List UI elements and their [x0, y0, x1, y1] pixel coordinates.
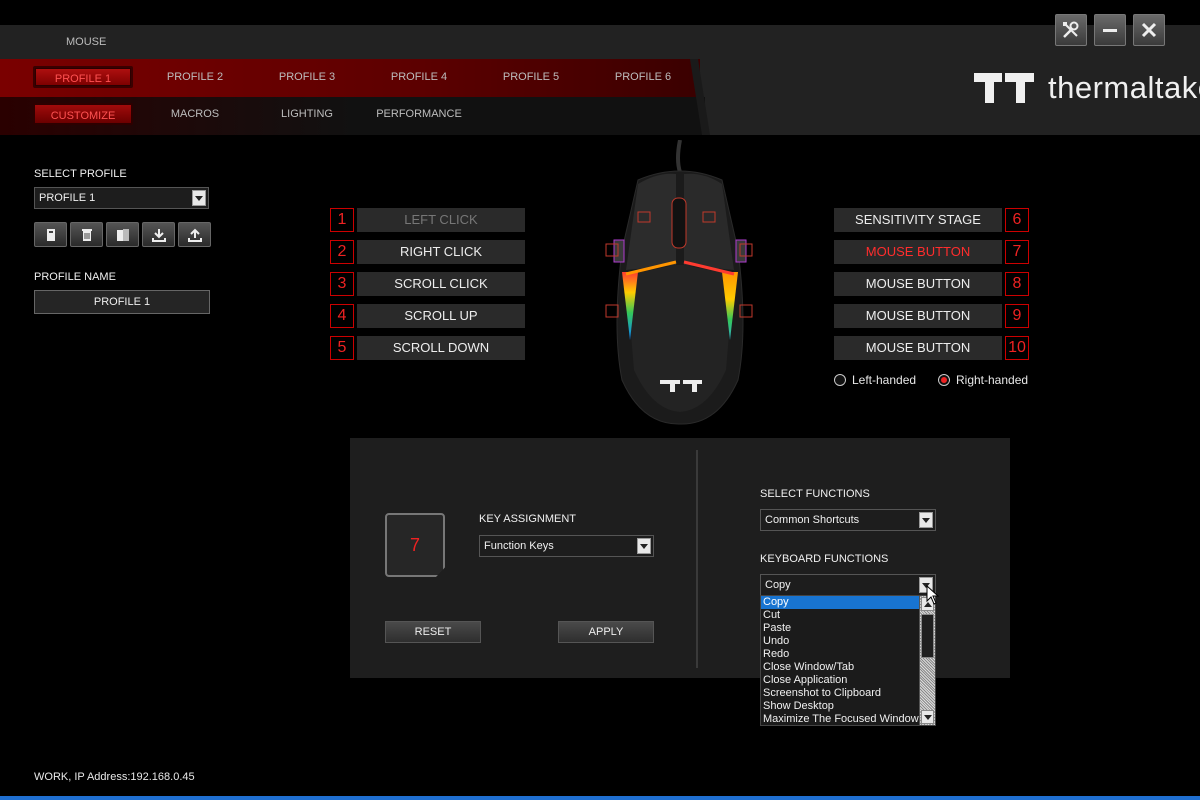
button-number-8: 8 [1005, 272, 1029, 296]
chevron-down-icon[interactable] [637, 538, 651, 554]
dropdown-option-undo[interactable]: Undo [761, 635, 919, 648]
button-assignment-8[interactable]: MOUSE BUTTON [834, 272, 1002, 296]
button-assignment-9[interactable]: MOUSE BUTTON [834, 304, 1002, 328]
minimize-icon [1103, 29, 1117, 32]
button-number-7: 7 [1005, 240, 1029, 264]
button-number-4: 4 [330, 304, 354, 328]
scroll-down-icon[interactable] [921, 710, 934, 724]
copy-profile-icon [116, 228, 129, 241]
button-assignment-2[interactable]: RIGHT CLICK [357, 240, 525, 264]
keyboard-functions-label: KEYBOARD FUNCTIONS [760, 553, 889, 565]
left-handed-radio[interactable]: Left-handed [834, 373, 916, 387]
tab-profile-6[interactable]: PROFILE 6 [593, 66, 693, 88]
tab-macros[interactable]: MACROS [145, 103, 245, 125]
export-icon [187, 228, 202, 242]
minimize-button[interactable] [1094, 14, 1126, 46]
key-assignment-label: KEY ASSIGNMENT [479, 513, 576, 525]
new-profile-icon [46, 228, 55, 241]
radio-unselected-icon [834, 374, 846, 386]
button-number-10: 10 [1005, 336, 1029, 360]
tab-profile-1[interactable]: PROFILE 1 [33, 66, 133, 88]
brand-logo: thermaltake [972, 70, 1200, 106]
dropdown-option-close-window-tab[interactable]: Close Window/Tab [761, 661, 919, 674]
profile-select[interactable]: PROFILE 1 [34, 187, 209, 209]
button-number-6: 6 [1005, 208, 1029, 232]
button-number-3: 3 [330, 272, 354, 296]
dropdown-option-redo[interactable]: Redo [761, 648, 919, 661]
button-number-9: 9 [1005, 304, 1029, 328]
select-functions-select[interactable]: Common Shortcuts [760, 509, 936, 531]
keyboard-functions-dropdown[interactable]: Copy Cut Paste Undo Redo Close Window/Ta… [760, 595, 936, 726]
chevron-down-icon[interactable] [919, 512, 933, 528]
button-assignment-10[interactable]: MOUSE BUTTON [834, 336, 1002, 360]
brand-wordmark: thermaltake [1048, 70, 1200, 105]
reset-button[interactable]: RESET [385, 621, 481, 643]
dropdown-option-screenshot-clipboard[interactable]: Screenshot to Clipboard [761, 687, 919, 700]
button-assignment-1[interactable]: LEFT CLICK [357, 208, 525, 232]
dropdown-option-paste[interactable]: Paste [761, 622, 919, 635]
key-assignment-select[interactable]: Function Keys [479, 535, 654, 557]
profile-name-input[interactable]: PROFILE 1 [34, 290, 210, 314]
dropdown-scrollbar[interactable] [919, 596, 935, 725]
left-handed-label: Left-handed [852, 373, 917, 387]
right-handed-radio[interactable]: Right-handed [938, 373, 1028, 387]
tab-profile-2[interactable]: PROFILE 2 [145, 66, 245, 88]
settings-button[interactable] [1055, 14, 1087, 46]
keyboard-functions-value: Copy [765, 579, 791, 591]
button-assignment-7[interactable]: MOUSE BUTTON [834, 240, 1002, 264]
button-assignment-5[interactable]: SCROLL DOWN [357, 336, 525, 360]
keyboard-functions-select[interactable]: Copy [760, 574, 936, 596]
button-number-2: 2 [330, 240, 354, 264]
button-number-1: 1 [330, 208, 354, 232]
import-icon [151, 228, 166, 242]
button-number-5: 5 [330, 336, 354, 360]
dropdown-option-close-application[interactable]: Close Application [761, 674, 919, 687]
tab-profile-4[interactable]: PROFILE 4 [369, 66, 469, 88]
tab-profile-5[interactable]: PROFILE 5 [481, 66, 581, 88]
tab-lighting[interactable]: LIGHTING [257, 103, 357, 125]
device-label: MOUSE [66, 36, 107, 48]
delete-profile-icon [81, 228, 92, 241]
dropdown-option-show-desktop[interactable]: Show Desktop [761, 700, 919, 713]
panel-divider [696, 450, 698, 668]
select-functions-value: Common Shortcuts [765, 514, 860, 526]
apply-button[interactable]: APPLY [558, 621, 654, 643]
copy-profile-button[interactable] [106, 222, 139, 247]
tt-logo-icon [974, 73, 1034, 103]
mouse-image [605, 140, 753, 425]
profile-name-label: PROFILE NAME [34, 271, 116, 283]
status-text: WORK, IP Address:192.168.0.45 [34, 771, 195, 783]
tab-customize[interactable]: CUSTOMIZE [33, 103, 133, 125]
radio-selected-icon [938, 374, 950, 386]
select-functions-label: SELECT FUNCTIONS [760, 488, 870, 500]
tab-profile-3[interactable]: PROFILE 3 [257, 66, 357, 88]
scrollbar-thumb[interactable] [921, 614, 934, 658]
dropdown-option-maximize-window[interactable]: Maximize The Focused Window [761, 713, 919, 726]
settings-icon [1063, 21, 1079, 38]
select-profile-label: SELECT PROFILE [34, 168, 127, 180]
tab-performance[interactable]: PERFORMANCE [369, 103, 469, 125]
dropdown-option-copy[interactable]: Copy [761, 596, 919, 609]
selected-key-indicator: 7 [385, 513, 445, 577]
dropdown-option-cut[interactable]: Cut [761, 609, 919, 622]
mouse-cursor-icon [926, 585, 940, 605]
profile-select-value: PROFILE 1 [39, 192, 96, 204]
delete-profile-button[interactable] [70, 222, 103, 247]
button-assignment-6[interactable]: SENSITIVITY STAGE [834, 208, 1002, 232]
key-assignment-value: Function Keys [484, 540, 554, 552]
button-assignment-4[interactable]: SCROLL UP [357, 304, 525, 328]
close-button[interactable] [1133, 14, 1165, 46]
taskbar-edge [0, 796, 1200, 800]
new-profile-button[interactable] [34, 222, 67, 247]
export-button[interactable] [178, 222, 211, 247]
import-button[interactable] [142, 222, 175, 247]
chevron-down-icon[interactable] [192, 190, 206, 206]
button-assignment-3[interactable]: SCROLL CLICK [357, 272, 525, 296]
close-icon [1141, 22, 1157, 38]
right-handed-label: Right-handed [956, 373, 1029, 387]
